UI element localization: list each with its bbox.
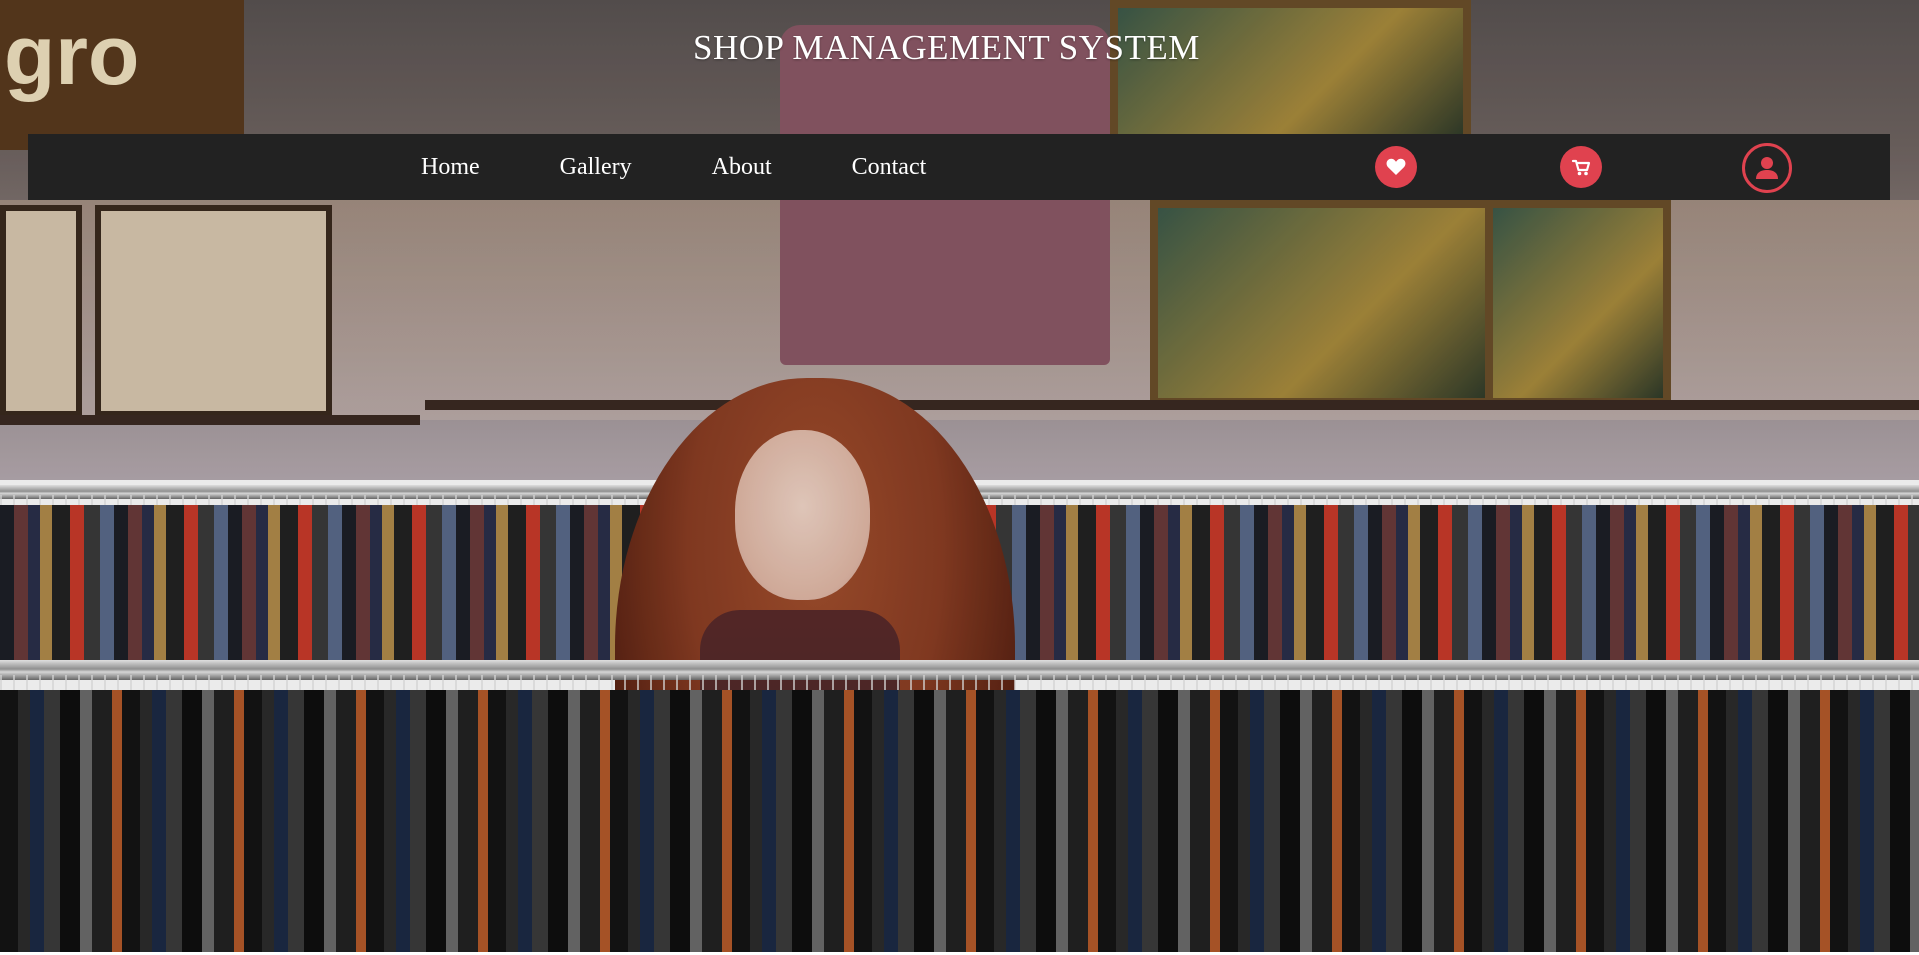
nav-link-home[interactable]: Home <box>421 154 480 181</box>
cart-button[interactable] <box>1560 146 1602 188</box>
nav-link-contact[interactable]: Contact <box>852 154 927 181</box>
nav-links: Home Gallery About Contact <box>421 134 926 200</box>
account-button[interactable] <box>1742 143 1792 193</box>
heart-icon <box>1386 158 1406 175</box>
main-navbar: Home Gallery About Contact <box>28 134 1890 200</box>
hero-banner: gro SHOP MANAGEMENT SYSTEM Home Gallery … <box>0 0 1919 955</box>
nav-link-about[interactable]: About <box>712 154 772 181</box>
wishlist-button[interactable] <box>1375 146 1417 188</box>
site-title-text: SHOP MANAGEMENT SYSTEM <box>693 28 1200 67</box>
user-icon <box>1756 157 1778 179</box>
cart-icon <box>1571 159 1591 176</box>
nav-link-gallery[interactable]: Gallery <box>560 154 632 181</box>
